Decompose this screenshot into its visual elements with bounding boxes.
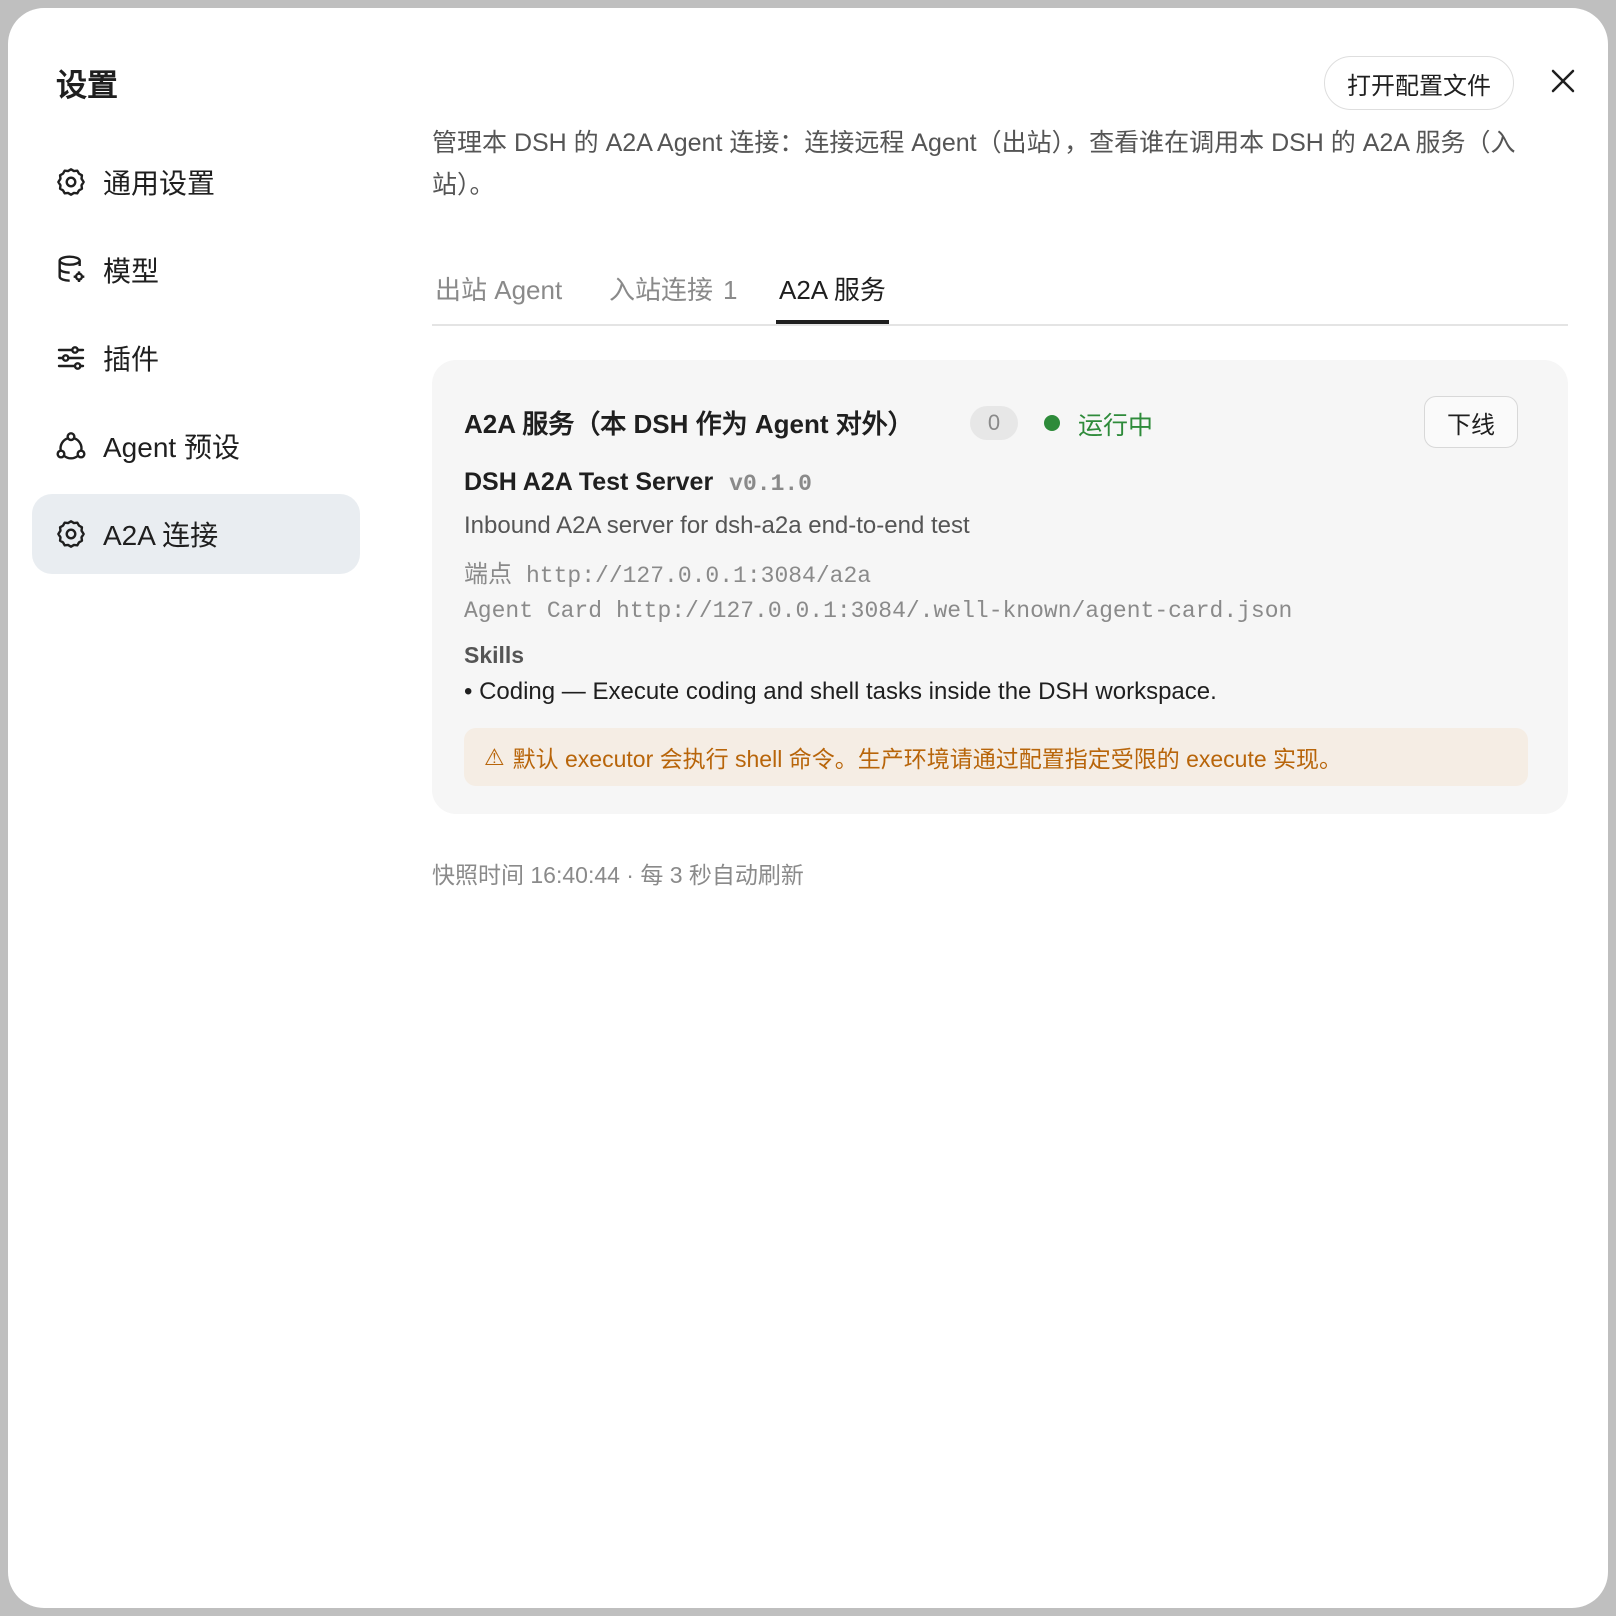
endpoint-row: 端点 http://127.0.0.1:3084/a2a (464, 554, 871, 589)
endpoint-url: http://127.0.0.1:3084/a2a (526, 563, 872, 589)
warning-banner: ⚠ 默认 executor 会执行 shell 命令。生产环境请通过配置指定受限… (464, 728, 1528, 786)
sidebar-item-label: 通用设置 (103, 168, 216, 199)
sidebar-item-label: A2A 连接 (103, 520, 219, 551)
server-description: Inbound A2A server for dsh-a2a end-to-en… (464, 512, 970, 539)
sidebar-item-general[interactable]: 通用设置 (32, 142, 360, 222)
open-config-button[interactable]: 打开配置文件 (1324, 56, 1514, 110)
agent-card-url: http://127.0.0.1:3084/.well-known/agent-… (616, 598, 1293, 624)
tab-label: 出站 Agent (435, 275, 563, 305)
skill-item: • Coding — Execute coding and shell task… (464, 678, 1217, 705)
sidebar-item-models[interactable]: 模型 (32, 230, 360, 310)
service-card-title: A2A 服务（本 DSH 作为 Agent 对外） (464, 409, 914, 439)
server-name-text: DSH A2A Test Server (464, 468, 714, 496)
service-card: A2A 服务（本 DSH 作为 Agent 对外） 0 运行中 下线 DSH A… (432, 360, 1568, 814)
count-badge: 0 (970, 406, 1018, 440)
settings-title: 设置 (56, 68, 118, 103)
server-version: v0.1.0 (729, 471, 812, 497)
status-dot (1044, 415, 1060, 431)
snapshot-info: 快照时间 16:40:44 · 每 3 秒自动刷新 (432, 862, 804, 888)
tab-label: A2A 服务 (779, 275, 886, 305)
server-name: DSH A2A Test Server v0.1.0 (464, 468, 812, 497)
tab-inbound-connections[interactable]: 入站连接 1 (606, 270, 740, 324)
tab-count: 1 (723, 275, 738, 305)
sidebar-item-agent-presets[interactable]: Agent 预设 (32, 406, 360, 486)
sidebar-item-a2a[interactable]: A2A 连接 (32, 494, 360, 574)
sidebar-item-plugins[interactable]: 插件 (32, 318, 360, 398)
tab-bar: 出站 Agent 入站连接 1 A2A 服务 (432, 256, 1568, 326)
gear-icon (54, 517, 88, 551)
sidebar-item-label: 模型 (103, 256, 160, 287)
sliders-icon (54, 341, 88, 375)
close-button[interactable] (1542, 62, 1584, 104)
tab-label: 入站连接 (609, 275, 714, 305)
sidebar-nav: 通用设置 模型 插件 Agent 预设 A2A 连接 (32, 142, 360, 582)
agent-icon (54, 429, 88, 463)
sidebar: 设置 通用设置 模型 插件 Agent 预设 A2A 连接 (8, 8, 376, 1608)
page-description: 管理本 DSH 的 A2A Agent 连接：连接远程 Agent（出站），查看… (432, 129, 1516, 199)
agent-card-label: Agent Card (464, 598, 603, 624)
tab-outbound-agent[interactable]: 出站 Agent (432, 270, 565, 324)
gear-icon (54, 165, 88, 199)
sidebar-item-label: 插件 (103, 344, 160, 375)
database-icon (54, 253, 88, 287)
tab-a2a-service[interactable]: A2A 服务 (776, 270, 889, 324)
close-icon (1548, 66, 1578, 101)
warning-icon: ⚠ (484, 743, 505, 770)
status-text: 运行中 (1078, 412, 1154, 440)
offline-button[interactable]: 下线 (1424, 396, 1518, 448)
agent-card-row: Agent Card http://127.0.0.1:3084/.well-kn… (464, 596, 1292, 624)
settings-modal: 设置 通用设置 模型 插件 Agent 预设 A2A 连接 打开配置文件 管理本… (8, 8, 1608, 1608)
sidebar-item-label: Agent 预设 (103, 432, 240, 463)
skills-title: Skills (464, 642, 525, 668)
endpoint-label: 端点 (464, 561, 512, 588)
warning-text: 默认 executor 会执行 shell 命令。生产环境请通过配置指定受限的 … (512, 746, 1343, 772)
